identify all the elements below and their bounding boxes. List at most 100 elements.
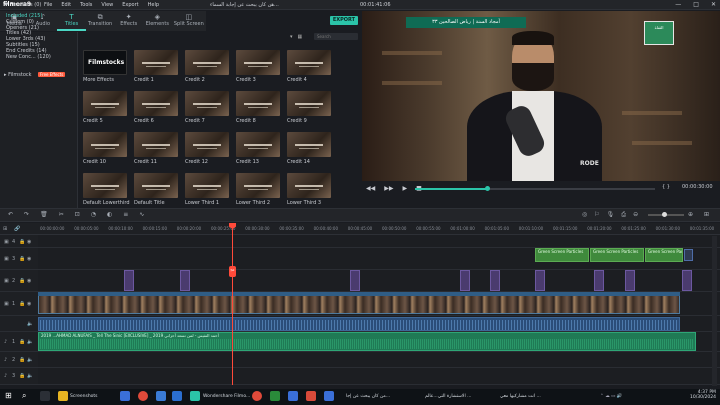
crop-icon[interactable]: ⊡ (75, 211, 80, 218)
play-icon[interactable]: ▶ (402, 185, 407, 192)
fit-icon[interactable]: ⊞ (704, 211, 709, 218)
zoom-in-icon[interactable]: ⊕ (688, 211, 693, 218)
timeline-scrollbar[interactable] (712, 236, 717, 386)
menu-help[interactable]: Help (148, 2, 159, 8)
overlay-clip[interactable] (684, 249, 693, 261)
minimize-icon[interactable]: — (675, 1, 681, 8)
app-icon[interactable] (120, 391, 130, 401)
title-clip[interactable] (350, 270, 360, 291)
title-thumbnail[interactable] (134, 173, 178, 198)
mark-in-out-icon[interactable]: { } (662, 184, 670, 190)
green-screen-clip[interactable]: Green Screen Particles (590, 248, 644, 262)
speaker-icon[interactable]: 🔈 (27, 321, 33, 327)
snapshot-icon[interactable]: ⎙ (621, 211, 626, 219)
title-thumbnail[interactable] (236, 50, 280, 75)
undo-icon[interactable]: ↶ (8, 211, 13, 218)
menu-view[interactable]: View (101, 2, 113, 8)
title-thumbnail[interactable] (83, 132, 127, 157)
title-thumbnail[interactable] (185, 50, 229, 75)
tab-effects[interactable]: ✦ Effects (114, 11, 143, 31)
eye-icon[interactable]: ◉ (27, 239, 31, 245)
edge-icon[interactable] (156, 391, 166, 401)
title-clip[interactable] (625, 270, 635, 291)
taskbar-window[interactable]: انت مشاركيها معي ... (500, 394, 541, 399)
timeline-ruler[interactable] (38, 223, 720, 235)
color-icon[interactable]: ◐ (107, 211, 112, 218)
title-thumbnail[interactable] (287, 91, 331, 116)
close-icon[interactable]: ✕ (711, 1, 716, 8)
lock-icon[interactable]: 🔒 (19, 256, 25, 262)
task-view-icon[interactable] (40, 391, 50, 401)
link-icon[interactable]: 🔗 (14, 226, 20, 232)
tab-split-screen[interactable]: ◫ Split Screen (172, 11, 206, 31)
title-clip[interactable] (180, 270, 190, 291)
system-tray[interactable]: ⌃ ☁ ▭ 🔊 (600, 394, 622, 399)
title-clip[interactable] (460, 270, 470, 291)
prev-frame-icon[interactable]: ◀◀ (366, 185, 375, 192)
title-clip[interactable] (490, 270, 500, 291)
playhead[interactable] (232, 223, 233, 385)
title-thumbnail[interactable] (185, 173, 229, 198)
track-lane[interactable] (38, 235, 720, 248)
title-thumbnail[interactable] (287, 173, 331, 198)
track-lane[interactable] (38, 368, 720, 385)
lock-icon[interactable]: 🔒 (19, 278, 25, 284)
green-screen-clip[interactable]: Green Screen Particles (535, 248, 589, 262)
chrome-icon[interactable] (138, 391, 148, 401)
title-clip[interactable] (682, 270, 692, 291)
menu-tools[interactable]: Tools (80, 2, 92, 8)
tab-titles[interactable]: T Titles (57, 11, 86, 31)
title-thumbnail[interactable] (287, 132, 331, 157)
zoom-out-icon[interactable]: ⊖ (633, 211, 638, 219)
taskbar-window[interactable]: من كان يبحث عن إجا... (346, 394, 390, 399)
render-icon[interactable]: ◎ (582, 211, 587, 219)
voiceover-icon[interactable]: 🎙 (607, 211, 615, 219)
title-clip[interactable] (124, 270, 134, 291)
favorites-item[interactable]: ♥ Favorites (0) (4, 2, 41, 8)
lock-icon[interactable]: 🔒 (19, 339, 25, 345)
export-button[interactable]: EXPORT (330, 16, 358, 25)
filmstocks-thumbnail[interactable]: Filmstocks (83, 50, 127, 75)
maximize-icon[interactable]: □ (693, 1, 699, 8)
audio-wave-icon[interactable]: ∿ (139, 211, 144, 218)
title-thumbnail[interactable] (83, 173, 127, 198)
filmora-icon[interactable] (190, 391, 200, 401)
app-icon[interactable] (270, 391, 280, 401)
speed-icon[interactable]: ◔ (91, 211, 96, 218)
preview-progress-handle[interactable] (485, 186, 490, 191)
add-track-icon[interactable]: ⊞ (3, 226, 7, 232)
green-screen-clip[interactable]: Green Screen Par (645, 248, 683, 262)
app-icon[interactable] (324, 391, 334, 401)
folder-icon[interactable] (58, 391, 68, 401)
lock-icon[interactable]: 🔒 (19, 301, 25, 307)
redo-icon[interactable]: ↷ (24, 211, 29, 218)
filmstock-item[interactable]: ▸ Filmstock (4, 72, 32, 78)
store-icon[interactable] (172, 391, 182, 401)
eye-icon[interactable]: ◉ (27, 256, 31, 262)
filter-icon[interactable]: ▾ (290, 34, 293, 40)
windows-start-icon[interactable]: ⊞ (5, 391, 15, 401)
title-thumbnail[interactable] (134, 91, 178, 116)
track-lane[interactable] (38, 352, 720, 368)
delete-icon[interactable]: 🗑 (40, 211, 48, 218)
track-lane[interactable] (38, 270, 720, 292)
next-frame-icon[interactable]: ▶▶ (384, 185, 393, 192)
title-thumbnail[interactable] (134, 132, 178, 157)
cut-icon[interactable]: ✂ (59, 211, 64, 218)
speaker-icon[interactable]: 🔈 (27, 373, 33, 379)
tab-transition[interactable]: ⧉ Transition (86, 11, 115, 31)
speaker-icon[interactable]: 🔈 (27, 339, 33, 345)
search-icon[interactable]: ⌕ (22, 391, 32, 401)
split-scissors-icon[interactable]: ✂ (229, 266, 236, 277)
speaker-icon[interactable]: 🔈 (27, 357, 33, 363)
eye-icon[interactable]: ◉ (27, 278, 31, 284)
eye-icon[interactable]: ◉ (27, 301, 31, 307)
tab-elements[interactable]: ◈ Elements (143, 11, 172, 31)
taskbar-clock[interactable]: 4:37 PM 10/30/2024 (690, 390, 716, 400)
zoom-slider-handle[interactable] (662, 212, 667, 217)
title-thumbnail[interactable] (236, 91, 280, 116)
title-thumbnail[interactable] (83, 91, 127, 116)
search-input[interactable]: Search (314, 33, 358, 40)
category-new-concepts[interactable]: New Conc... (120) (6, 54, 51, 61)
lock-icon[interactable]: 🔒 (19, 239, 25, 245)
